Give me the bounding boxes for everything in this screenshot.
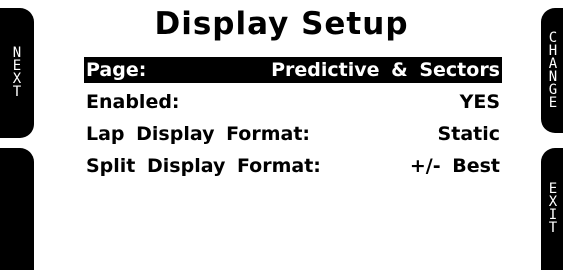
left-bottom-softkey[interactable] bbox=[0, 148, 34, 270]
setting-label: Lap Display Format: bbox=[86, 123, 311, 145]
setting-label: Enabled: bbox=[86, 91, 180, 113]
setting-value: Predictive & Sectors bbox=[271, 59, 500, 81]
setting-value: +/- Best bbox=[409, 155, 500, 177]
next-softkey-label: NEXT bbox=[12, 45, 22, 100]
exit-softkey-label: EXIT bbox=[548, 181, 558, 236]
setting-row-lap-display-format[interactable]: Lap Display Format: Static bbox=[84, 121, 502, 147]
setting-value: Static bbox=[437, 123, 500, 145]
setting-row-enabled[interactable]: Enabled: YES bbox=[84, 89, 502, 115]
page-title: Display Setup bbox=[154, 6, 409, 42]
setting-label: Split Display Format: bbox=[86, 155, 321, 177]
setting-value: YES bbox=[459, 91, 500, 113]
exit-softkey[interactable]: EXIT bbox=[541, 148, 563, 270]
setting-row-page[interactable]: Page: Predictive & Sectors bbox=[84, 57, 502, 83]
setting-row-split-display-format[interactable]: Split Display Format: +/- Best bbox=[84, 153, 502, 179]
setting-label: Page: bbox=[86, 59, 147, 81]
change-softkey-label: CHANGE bbox=[548, 29, 558, 111]
